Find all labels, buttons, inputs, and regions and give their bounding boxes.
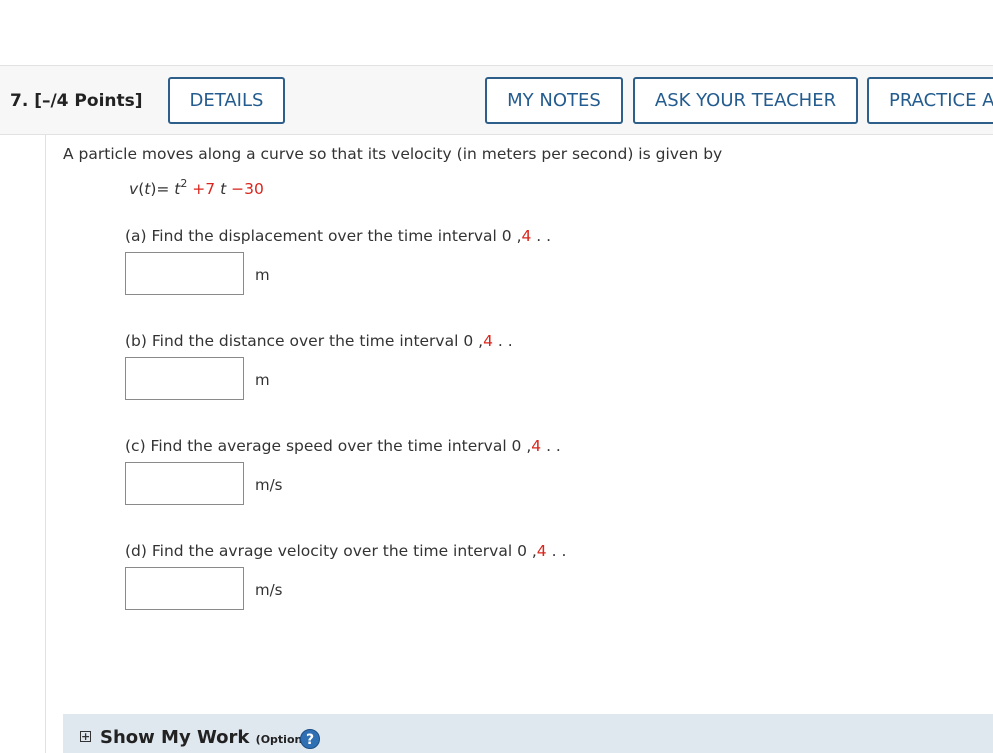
equation-term2-var: t	[215, 180, 227, 198]
practice-another-button[interactable]: PRACTICE A	[867, 77, 993, 124]
part-b-tail: . .	[492, 332, 513, 350]
part-d-unit: m/s	[255, 581, 283, 599]
show-my-work-label: Show My Work	[100, 727, 250, 748]
expand-plus-icon[interactable]: +	[80, 731, 91, 742]
question-header: 7. [–/4 Points] DETAILS MY NOTES ASK YOU…	[0, 65, 993, 135]
content-divider	[45, 135, 46, 753]
part-b-text: (b) Find the distance over the time inte…	[125, 332, 484, 350]
equation-term2: +7	[187, 180, 216, 198]
part-a-question: (a) Find the displacement over the time …	[125, 227, 551, 245]
part-a-interval-end: 4	[521, 227, 532, 245]
question-number: 7. [–/4 Points]	[10, 91, 143, 111]
equation-exponent: 2	[180, 177, 188, 190]
part-b-question: (b) Find the distance over the time inte…	[125, 332, 513, 350]
part-c-unit: m/s	[255, 476, 283, 494]
ask-your-teacher-button[interactable]: ASK YOUR TEACHER	[633, 77, 858, 124]
part-b-answer-input[interactable]	[125, 357, 244, 400]
part-d-answer-input[interactable]	[125, 567, 244, 610]
show-my-work-panel[interactable]: + Show My Work (Optional) ?	[63, 714, 993, 753]
part-a-unit: m	[255, 266, 270, 284]
equation-lhs: v(t)=	[129, 180, 175, 198]
part-c-question: (c) Find the average speed over the time…	[125, 437, 561, 455]
part-c-text: (c) Find the average speed over the time…	[125, 437, 532, 455]
part-c-tail: . .	[541, 437, 561, 455]
part-a-answer-input[interactable]	[125, 252, 244, 295]
part-d-text: (d) Find the avrage velocity over the ti…	[125, 542, 537, 560]
part-a-tail: . .	[531, 227, 552, 245]
equation-term3: −30	[226, 180, 264, 198]
problem-prompt: A particle moves along a curve so that i…	[63, 145, 723, 163]
part-d-question: (d) Find the avrage velocity over the ti…	[125, 542, 566, 560]
velocity-equation: v(t)= t2 +7 t −30	[129, 177, 264, 198]
my-notes-button[interactable]: MY NOTES	[485, 77, 623, 124]
show-my-work-title[interactable]: Show My Work (Optional)	[100, 727, 319, 748]
part-b-unit: m	[255, 371, 270, 389]
part-d-tail: . .	[546, 542, 567, 560]
part-d-interval-end: 4	[536, 542, 547, 560]
part-a-text: (a) Find the displacement over the time …	[125, 227, 522, 245]
part-b-interval-end: 4	[483, 332, 493, 350]
part-c-interval-end: 4	[531, 437, 542, 455]
details-button[interactable]: DETAILS	[168, 77, 285, 124]
part-c-answer-input[interactable]	[125, 462, 244, 505]
help-icon[interactable]: ?	[300, 729, 320, 749]
